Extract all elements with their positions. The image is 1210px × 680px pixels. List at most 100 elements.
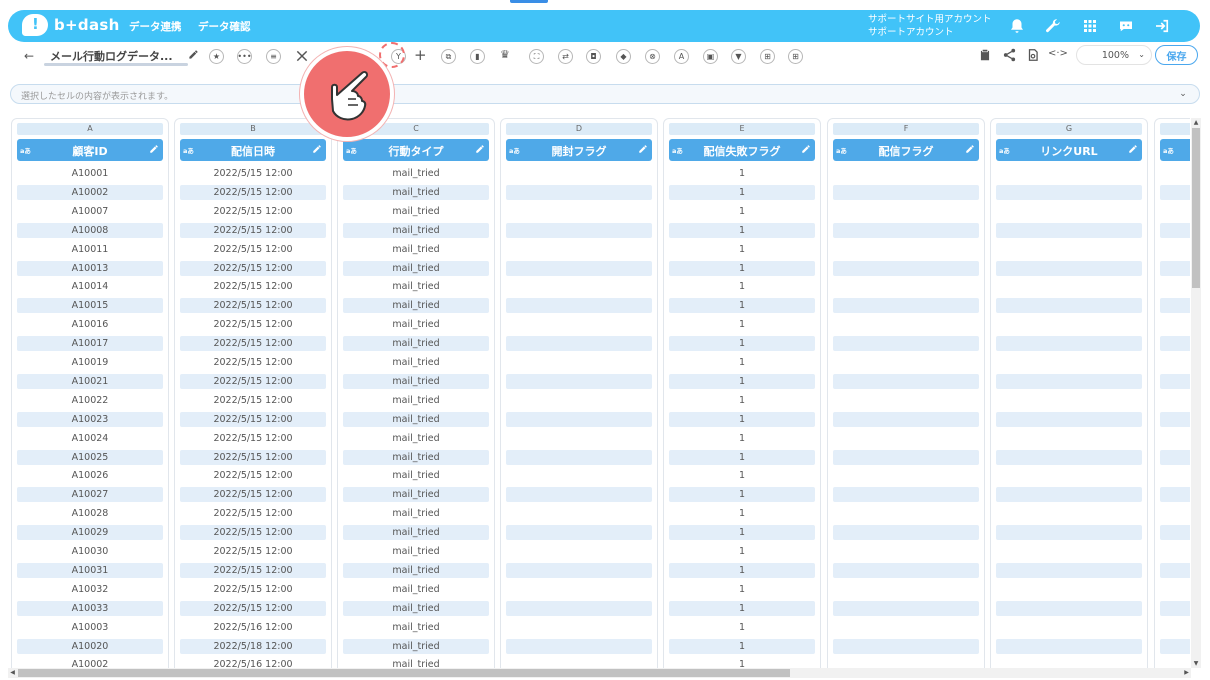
table-cell[interactable] xyxy=(506,317,652,332)
table-cell[interactable] xyxy=(506,468,652,483)
table-cell[interactable] xyxy=(506,279,652,294)
table-cell[interactable]: A10016 xyxy=(17,317,163,332)
table-cell[interactable]: A10013 xyxy=(17,260,163,276)
table-cell[interactable]: mail_tried xyxy=(343,242,489,257)
column-header[interactable]: aあ xyxy=(1160,139,1190,161)
table-cell[interactable] xyxy=(833,204,979,219)
scroll-down-icon[interactable]: ▼ xyxy=(1191,659,1201,668)
table-cell[interactable] xyxy=(506,620,652,635)
column-letter[interactable]: F xyxy=(833,123,979,135)
table-cell[interactable]: 1 xyxy=(669,222,815,238)
table-cell[interactable] xyxy=(506,222,652,238)
table-cell[interactable] xyxy=(1160,279,1190,294)
table-cell[interactable] xyxy=(506,336,652,352)
edit-column-icon[interactable] xyxy=(149,144,159,154)
grid-apps-icon[interactable] xyxy=(1080,16,1100,36)
vertical-scroll-thumb[interactable] xyxy=(1192,128,1200,288)
table-cell[interactable] xyxy=(1160,373,1190,389)
table-cell[interactable]: mail_tried xyxy=(343,657,489,668)
table-cell[interactable] xyxy=(1160,468,1190,483)
table-cell[interactable] xyxy=(1160,184,1190,200)
column-header[interactable]: aあ 配信日時 xyxy=(180,139,326,161)
table-cell[interactable]: 1 xyxy=(669,336,815,352)
replace-icon[interactable]: ⇄ xyxy=(558,49,573,64)
table-cell[interactable]: mail_tried xyxy=(343,638,489,654)
import-icon[interactable]: ◘ xyxy=(586,49,601,64)
table-cell[interactable]: A10001 xyxy=(17,166,163,181)
favorite-star-icon[interactable]: ★ xyxy=(209,49,224,64)
table-cell[interactable] xyxy=(833,431,979,446)
table-cell[interactable]: 2022/5/15 12:00 xyxy=(180,468,326,483)
table-cell[interactable]: mail_tried xyxy=(343,620,489,635)
table-cell[interactable] xyxy=(833,184,979,200)
table-cell[interactable]: 1 xyxy=(669,204,815,219)
table-cell[interactable]: mail_tried xyxy=(343,431,489,446)
table-cell[interactable]: 1 xyxy=(669,355,815,370)
table-cell[interactable] xyxy=(996,657,1142,668)
table-cell[interactable]: 1 xyxy=(669,657,815,668)
table-cell[interactable]: mail_tried xyxy=(343,166,489,181)
filter-icon[interactable]: ▼ xyxy=(731,49,746,64)
table-cell[interactable]: 2022/5/15 12:00 xyxy=(180,260,326,276)
brand-logo[interactable]: b+dash xyxy=(22,14,120,36)
table-cell[interactable] xyxy=(996,373,1142,389)
table-cell[interactable] xyxy=(833,279,979,294)
table-cell[interactable] xyxy=(506,393,652,408)
table-cell[interactable] xyxy=(1160,204,1190,219)
table-cell[interactable] xyxy=(1160,506,1190,521)
table-cell[interactable] xyxy=(996,279,1142,294)
table-cell[interactable]: 2022/5/15 12:00 xyxy=(180,317,326,332)
frame-icon[interactable]: ▣ xyxy=(703,49,718,64)
table-cell[interactable] xyxy=(996,525,1142,541)
refresh-document-icon[interactable] xyxy=(1026,47,1040,63)
table-cell[interactable]: mail_tried xyxy=(343,260,489,276)
table-cell[interactable] xyxy=(1160,336,1190,352)
table-cell[interactable] xyxy=(833,544,979,559)
table-cell[interactable] xyxy=(1160,411,1190,427)
table-cell[interactable] xyxy=(506,582,652,597)
table-cell[interactable]: 2022/5/15 12:00 xyxy=(180,525,326,541)
edit-column-icon[interactable] xyxy=(312,144,322,154)
table-cell[interactable] xyxy=(996,242,1142,257)
column-header[interactable]: aあ リンクURL xyxy=(996,139,1142,161)
table-cell[interactable] xyxy=(506,506,652,521)
table-cell[interactable]: 2022/5/15 12:00 xyxy=(180,222,326,238)
table-cell[interactable] xyxy=(1160,525,1190,541)
table-cell[interactable] xyxy=(833,638,979,654)
table-cell[interactable]: mail_tried xyxy=(343,600,489,616)
table-cell[interactable]: 1 xyxy=(669,317,815,332)
table-cell[interactable] xyxy=(506,204,652,219)
copy-icon[interactable]: ⧉ xyxy=(441,49,456,64)
table-cell[interactable]: 2022/5/15 12:00 xyxy=(180,166,326,181)
table-cell[interactable] xyxy=(1160,317,1190,332)
table-cell[interactable] xyxy=(996,638,1142,654)
table-cell[interactable]: 2022/5/15 12:00 xyxy=(180,298,326,314)
table-cell[interactable] xyxy=(506,600,652,616)
table-cell[interactable] xyxy=(996,487,1142,503)
notes-icon[interactable]: ≡ xyxy=(266,49,281,64)
table-cell[interactable] xyxy=(833,260,979,276)
table-cell[interactable]: mail_tried xyxy=(343,279,489,294)
table-cell[interactable] xyxy=(996,620,1142,635)
table-cell[interactable] xyxy=(1160,355,1190,370)
wrench-icon[interactable] xyxy=(1043,16,1063,36)
table-cell[interactable] xyxy=(833,411,979,427)
table-cell[interactable] xyxy=(996,468,1142,483)
table-cell[interactable] xyxy=(506,260,652,276)
table-cell[interactable]: A10024 xyxy=(17,431,163,446)
table-cell[interactable] xyxy=(506,184,652,200)
table-cell[interactable]: mail_tried xyxy=(343,582,489,597)
table-cell[interactable] xyxy=(996,431,1142,446)
table-cell[interactable] xyxy=(1160,431,1190,446)
table-cell[interactable]: mail_tried xyxy=(343,317,489,332)
table-cell[interactable] xyxy=(506,638,652,654)
table-cell[interactable] xyxy=(833,468,979,483)
table-cell[interactable]: 2022/5/15 12:00 xyxy=(180,562,326,578)
table-cell[interactable] xyxy=(996,298,1142,314)
table-cell[interactable] xyxy=(833,562,979,578)
table-cell[interactable]: mail_tried xyxy=(343,411,489,427)
edit-column-icon[interactable] xyxy=(475,144,485,154)
table-cell[interactable]: 1 xyxy=(669,279,815,294)
table-cell[interactable]: 2022/5/15 12:00 xyxy=(180,355,326,370)
horizontal-scroll-thumb[interactable] xyxy=(18,669,790,677)
